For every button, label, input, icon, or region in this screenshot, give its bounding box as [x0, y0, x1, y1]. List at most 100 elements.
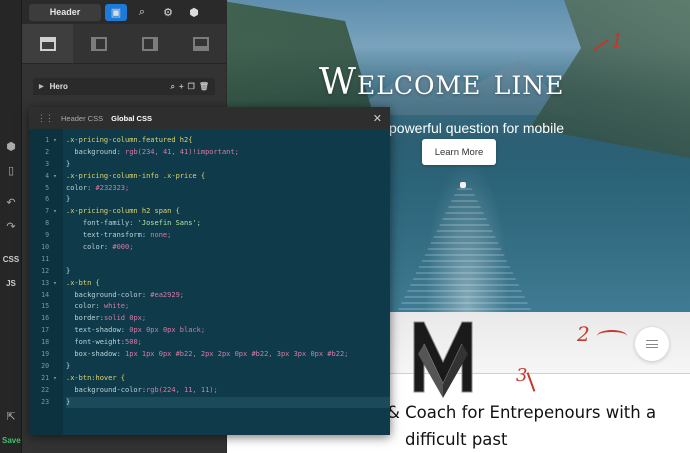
code-line[interactable]: text-transform: none; [66, 230, 390, 242]
boat-wake [397, 188, 532, 312]
code-line[interactable]: font-weight:500; [66, 337, 390, 349]
line-number: 23 [41, 397, 57, 406]
tagline: & Coach for Entrepenours with a difficul… [387, 399, 687, 453]
line-number: 13 ▾ [41, 278, 57, 287]
line-number: 1 ▾ [45, 136, 57, 144]
line-number: 20 [41, 361, 57, 370]
line-number: 21 ▾ [41, 373, 57, 382]
code-line[interactable]: background-color:rgb(224, 11, 11); [66, 385, 390, 397]
external-link-icon[interactable]: ⇱ [0, 410, 22, 423]
code-line[interactable]: .x-pricing-column.featured h2{ [66, 135, 390, 147]
tagline-line-2: difficult past [405, 430, 508, 449]
line-number: 7 ▾ [45, 207, 57, 216]
code-line[interactable]: .x-pricing-column h2 span { [66, 206, 390, 218]
code-line[interactable]: .x-btn:hover { [66, 373, 390, 385]
layout-tab-right[interactable] [124, 24, 175, 63]
gear-icon[interactable]: ⚙ [157, 4, 179, 21]
layout-tab-left[interactable] [73, 24, 124, 63]
site-logo[interactable] [410, 314, 476, 400]
annotation-2: 2 [577, 322, 590, 346]
learn-more-button[interactable]: Learn More [422, 139, 496, 165]
close-icon[interactable]: ✕ [373, 112, 382, 125]
annotation-arrow-3 [526, 372, 536, 392]
line-number: 3 [45, 159, 57, 168]
search-icon[interactable]: ⌕ [171, 82, 175, 92]
line-number-gutter: 1 ▾ 2 3 4 ▾ 5 6 7 ▾ 8 9 10 11 12 13 ▾ 14 15 … [29, 129, 63, 435]
undo-icon[interactable]: ↶ [0, 196, 22, 209]
code-line[interactable] [66, 254, 390, 266]
left-bar-layout-icon [90, 36, 107, 51]
search-icon[interactable]: ⌕ [131, 4, 153, 21]
hamburger-icon [646, 340, 658, 348]
line-number: 5 [45, 183, 57, 192]
line-number: 10 [41, 243, 57, 252]
menu-button[interactable] [635, 327, 669, 361]
code-line[interactable]: } [66, 266, 390, 278]
layout-tabs [22, 24, 226, 64]
line-number: 4 ▾ [45, 171, 57, 180]
hexagon-icon[interactable]: ⬢ [183, 4, 205, 21]
hero-label: Hero [49, 82, 68, 91]
css-button[interactable]: CSS [0, 255, 22, 264]
trash-icon[interactable]: 🗑 [199, 82, 209, 92]
line-number: 6 [45, 195, 57, 204]
tab-global-css[interactable]: Global CSS [111, 114, 152, 123]
expand-caret-icon[interactable]: ▶ [39, 83, 44, 90]
save-button[interactable]: Save [2, 436, 21, 445]
line-number: 2 [45, 147, 57, 156]
hero-subtitle: powerful question for mobile [389, 120, 565, 136]
css-editor-window: ⋮⋮ Header CSS Global CSS ✕ 1 ▾ 2 3 4 ▾ 5 6… [29, 107, 390, 435]
hero-title: Welcome line [319, 62, 565, 103]
code-line[interactable]: .x-pricing-column-info .x-price { [66, 171, 390, 183]
line-number: 19 [41, 350, 57, 359]
layout-icon[interactable]: ▣ [105, 3, 127, 21]
code-line[interactable]: background-color: #ea2929; [66, 290, 390, 302]
code-line[interactable]: } [66, 194, 390, 206]
line-number: 14 [41, 290, 57, 299]
line-number: 12 [41, 266, 57, 275]
code-line[interactable]: } [66, 159, 390, 171]
layout-tab-bottom[interactable] [175, 24, 226, 63]
annotation-3: 3 [516, 365, 528, 386]
top-bar-layout-icon [39, 36, 56, 51]
line-number: 15 [41, 302, 57, 311]
annotation-1: 1 [611, 30, 624, 52]
icon-rail: ⬢ ▯ ↶ ↷ CSS JS ⇱ Save [0, 0, 22, 453]
tagline-line-1: & Coach for Entrepenours with a [387, 403, 657, 422]
code-line[interactable]: } [66, 396, 390, 409]
add-icon[interactable]: + [179, 82, 184, 92]
line-number: 9 [45, 231, 57, 240]
js-button[interactable]: JS [0, 279, 22, 288]
code-line[interactable]: box-shadow: 1px 1px 0px #b22, 2px 2px 0p… [66, 349, 390, 361]
tab-header-css[interactable]: Header CSS [61, 114, 103, 123]
code-line[interactable]: color: #232323; [66, 183, 390, 195]
code-line[interactable]: } [66, 361, 390, 373]
code-line[interactable]: color: white; [66, 301, 390, 313]
code-line[interactable]: font-family: 'Josefin Sans'; [66, 218, 390, 230]
redo-icon[interactable]: ↷ [0, 220, 22, 233]
code-line[interactable]: border:solid 0px; [66, 313, 390, 325]
code-line[interactable]: color: #000; [66, 242, 390, 254]
line-number: 17 [41, 326, 57, 335]
line-number: 18 [41, 338, 57, 347]
editor-header[interactable]: ⋮⋮ Header CSS Global CSS ✕ [29, 107, 390, 129]
line-number: 16 [41, 314, 57, 323]
header-selector[interactable]: Header [29, 3, 101, 21]
cube-icon[interactable]: ⬢ [0, 140, 22, 153]
bottom-bar-layout-icon [192, 36, 209, 51]
right-bar-layout-icon [141, 36, 158, 51]
line-number: 22 [41, 385, 57, 394]
drag-handle-icon[interactable]: ⋮⋮ [37, 113, 54, 124]
code-area[interactable]: .x-pricing-column.featured h2{ backgroun… [63, 129, 390, 435]
duplicate-icon[interactable]: ❐ [188, 82, 195, 92]
layout-tab-top[interactable] [22, 24, 73, 63]
line-number: 11 [41, 254, 57, 263]
code-line[interactable]: .x-btn { [66, 278, 390, 290]
hero-section-row[interactable]: ▶ Hero ⌕ + ❐ 🗑 [33, 78, 215, 95]
panel-topbar: Header ▣ ⌕ ⚙ ⬢ [22, 0, 226, 24]
code-line[interactable]: text-shadow: 0px 0px 0px black; [66, 325, 390, 337]
code-line[interactable]: background: rgb(234, 41, 41)!important; [66, 147, 390, 159]
annotation-arrow-2 [597, 330, 627, 342]
line-number: 8 [45, 219, 57, 228]
mobile-icon[interactable]: ▯ [0, 164, 22, 177]
